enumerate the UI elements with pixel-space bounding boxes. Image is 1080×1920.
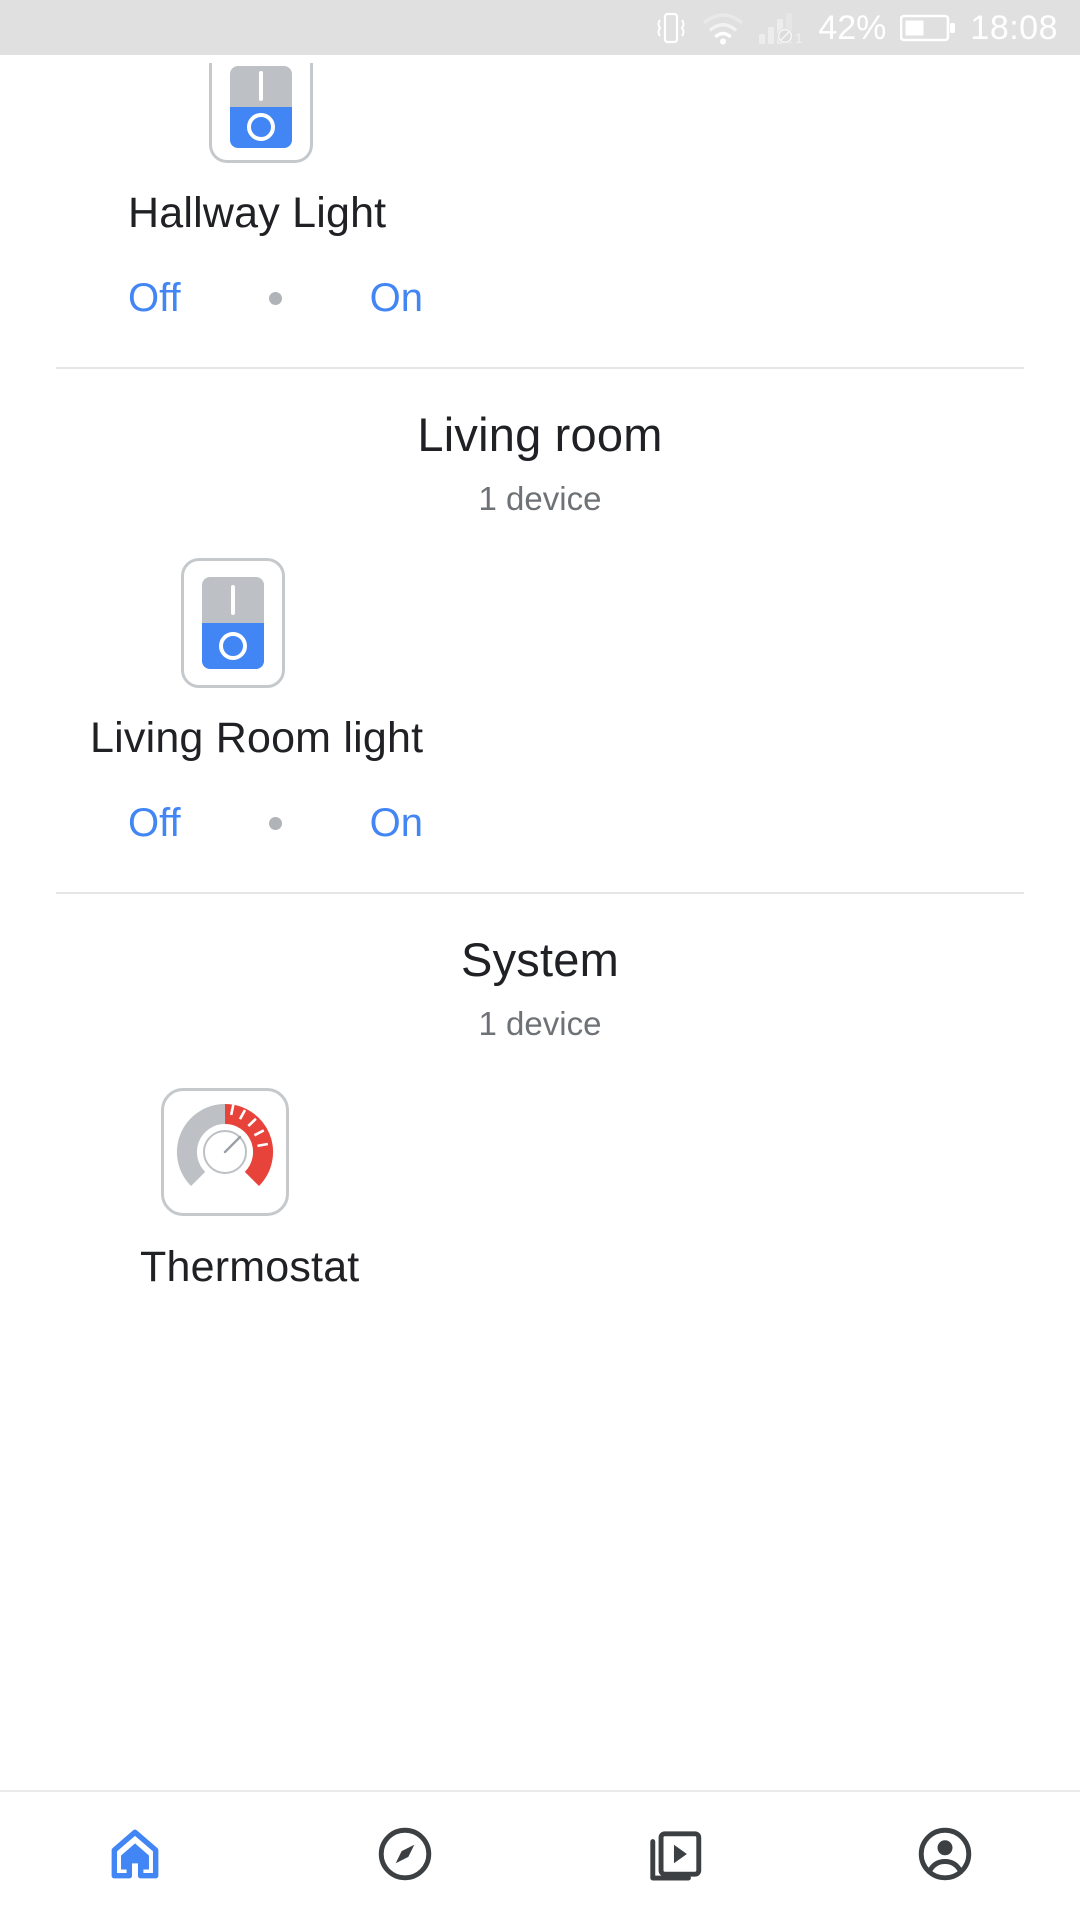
battery-percent-label: 42% [818,8,887,47]
nav-item-media[interactable] [540,1792,810,1920]
device-tile-thermostat[interactable]: Thermostat [28,1087,1052,1292]
status-bar: 1 42% 18:08 [0,0,1080,55]
bottom-navigation-bar [0,1790,1080,1920]
device-tile-living-room-light[interactable]: Living Room light Off On [28,558,1052,850]
clock-label: 18:08 [970,8,1058,47]
device-tile-hallway-light[interactable]: Hallway Light Off On [28,55,1052,325]
device-group-system: System 1 device Thermostat [0,894,1080,1292]
account-circle-icon [914,1823,976,1890]
device-name-label: Hallway Light [128,189,387,237]
media-library-icon [644,1823,706,1890]
section-device-count: 1 device [478,480,602,517]
svg-text:1: 1 [795,30,803,45]
on-button[interactable]: On [360,797,433,850]
smart-home-device-list-screen: 1 42% 18:08 Hallway Light Off On Living … [0,0,1080,1920]
device-controls-hallway: Off On [118,272,433,325]
device-group-hallway: Hallway Light Off On [0,55,1080,369]
device-name-label: Thermostat [140,1243,360,1291]
compass-icon [374,1823,436,1890]
nav-item-explore[interactable] [270,1792,540,1920]
on-button[interactable]: On [360,272,433,325]
section-header-system: System 1 device [28,894,1052,1043]
section-title: Living room [417,408,663,461]
battery-icon [900,13,956,43]
device-name-label: Living Room light [90,714,424,762]
control-separator-dot [268,817,282,830]
light-switch-icon[interactable] [168,558,298,688]
off-button[interactable]: Off [118,797,191,850]
device-group-living-room: Living room 1 device Living Room light O… [0,369,1080,894]
cell-signal-icon: 1 [758,11,804,45]
thermostat-gauge-icon[interactable] [160,1087,290,1217]
section-title: System [461,933,619,986]
section-device-count: 1 device [478,1005,602,1042]
home-icon [104,1823,166,1890]
nav-item-account[interactable] [810,1792,1080,1920]
control-separator-dot [268,292,282,305]
light-switch-icon[interactable] [196,55,326,163]
vibrate-icon [654,9,688,47]
device-list-scroll-area[interactable]: Hallway Light Off On Living room 1 devic… [0,55,1080,1790]
wifi-icon [702,11,744,45]
section-header-living-room: Living room 1 device [28,369,1052,518]
nav-item-home[interactable] [0,1792,270,1920]
device-controls-living-room: Off On [118,797,433,850]
off-button[interactable]: Off [118,272,191,325]
